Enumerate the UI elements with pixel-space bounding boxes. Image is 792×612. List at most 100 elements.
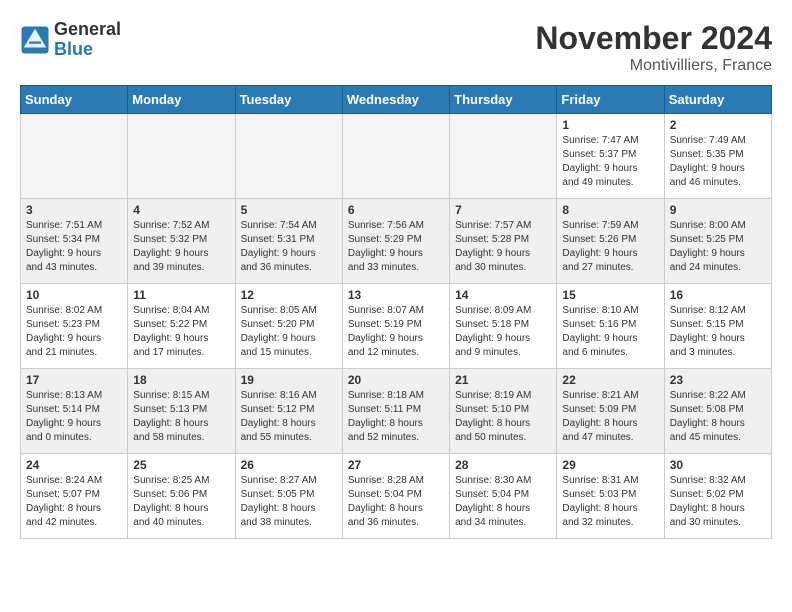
calendar-cell: 25Sunrise: 8:25 AM Sunset: 5:06 PM Dayli… (128, 454, 235, 539)
calendar-header-row: SundayMondayTuesdayWednesdayThursdayFrid… (21, 86, 772, 114)
calendar-cell: 22 Sunrise: 8:21 AM Sunset: 5:09 PM Dayli… (557, 369, 664, 454)
title-block: November 2024 Montivilliers, France (535, 20, 772, 75)
calendar-cell: 8 Sunrise: 7:59 AM Sunset: 5:26 PM Daylig… (557, 199, 664, 284)
calendar-body: 1Sunrise: 7:47 AM Sunset: 5:37 PM Daylig… (21, 114, 772, 539)
calendar-cell: 20 Sunrise: 8:18 AM Sunset: 5:11 PM Dayli… (342, 369, 449, 454)
calendar-cell (450, 114, 557, 199)
calendar-cell: 15 Sunrise: 8:10 AM Sunset: 5:16 PM Dayli… (557, 284, 664, 369)
calendar-cell: 12 Sunrise: 8:05 AM Sunset: 5:20 PM Dayli… (235, 284, 342, 369)
day-info: Sunrise: 8:04 AM Sunset: 5:22 PM Dayligh… (133, 304, 229, 360)
weekday-header-friday: Friday (557, 86, 664, 114)
calendar-cell: 26 Sunrise: 8:27 AM Sunset: 5:05 PM Dayli… (235, 454, 342, 539)
logo-blue-text: Blue (54, 40, 121, 60)
day-number: 12 (241, 288, 337, 302)
day-number: 3 (26, 203, 122, 217)
day-number: 13 (348, 288, 444, 302)
day-number: 22 (562, 373, 658, 387)
day-number: 8 (562, 203, 658, 217)
day-info: Sunrise: 8:10 AM Sunset: 5:16 PM Dayligh… (562, 304, 658, 360)
calendar-cell: 11 Sunrise: 8:04 AM Sunset: 5:22 PM Dayli… (128, 284, 235, 369)
calendar-cell: 7 Sunrise: 7:57 AM Sunset: 5:28 PM Daylig… (450, 199, 557, 284)
calendar-cell: 28Sunrise: 8:30 AM Sunset: 5:04 PM Dayli… (450, 454, 557, 539)
calendar-row: 3 Sunrise: 7:51 AM Sunset: 5:34 PM Daylig… (21, 199, 772, 284)
calendar-cell (342, 114, 449, 199)
calendar-cell: 17 Sunrise: 8:13 AM Sunset: 5:14 PM Dayli… (21, 369, 128, 454)
day-info: Sunrise: 7:51 AM Sunset: 5:34 PM Dayligh… (26, 219, 122, 275)
calendar-row: 24 Sunrise: 8:24 AM Sunset: 5:07 PM Dayli… (21, 454, 772, 539)
calendar-cell: 3 Sunrise: 7:51 AM Sunset: 5:34 PM Daylig… (21, 199, 128, 284)
day-info: Sunrise: 7:49 AM Sunset: 5:35 PM Dayligh… (670, 134, 766, 190)
weekday-header-wednesday: Wednesday (342, 86, 449, 114)
day-number: 27 (348, 458, 444, 472)
day-info: Sunrise: 8:09 AM Sunset: 5:18 PM Dayligh… (455, 304, 551, 360)
calendar-cell: 29 Sunrise: 8:31 AM Sunset: 5:03 PM Dayli… (557, 454, 664, 539)
calendar-cell: 16 Sunrise: 8:12 AM Sunset: 5:15 PM Dayli… (664, 284, 771, 369)
calendar-table: SundayMondayTuesdayWednesdayThursdayFrid… (20, 85, 772, 539)
day-number: 24 (26, 458, 122, 472)
calendar-cell (128, 114, 235, 199)
calendar-cell (21, 114, 128, 199)
calendar-cell: 30 Sunrise: 8:32 AM Sunset: 5:02 PM Dayli… (664, 454, 771, 539)
day-info: Sunrise: 7:54 AM Sunset: 5:31 PM Dayligh… (241, 219, 337, 275)
day-number: 17 (26, 373, 122, 387)
day-number: 11 (133, 288, 229, 302)
day-info: Sunrise: 8:05 AM Sunset: 5:20 PM Dayligh… (241, 304, 337, 360)
day-info: Sunrise: 8:12 AM Sunset: 5:15 PM Dayligh… (670, 304, 766, 360)
day-number: 20 (348, 373, 444, 387)
day-number: 25 (133, 458, 229, 472)
day-info: Sunrise: 8:24 AM Sunset: 5:07 PM Dayligh… (26, 474, 122, 530)
calendar-cell: 21 Sunrise: 8:19 AM Sunset: 5:10 PM Dayli… (450, 369, 557, 454)
weekday-header-tuesday: Tuesday (235, 86, 342, 114)
calendar-cell: 1Sunrise: 7:47 AM Sunset: 5:37 PM Daylig… (557, 114, 664, 199)
day-number: 14 (455, 288, 551, 302)
day-info: Sunrise: 8:13 AM Sunset: 5:14 PM Dayligh… (26, 389, 122, 445)
logo-general-text: General (54, 20, 121, 40)
calendar-cell (235, 114, 342, 199)
day-info: Sunrise: 8:30 AM Sunset: 5:04 PM Dayligh… (455, 474, 551, 530)
day-number: 29 (562, 458, 658, 472)
day-info: Sunrise: 8:27 AM Sunset: 5:05 PM Dayligh… (241, 474, 337, 530)
page-header: General Blue November 2024 Montivilliers… (20, 20, 772, 75)
day-info: Sunrise: 8:15 AM Sunset: 5:13 PM Dayligh… (133, 389, 229, 445)
day-number: 10 (26, 288, 122, 302)
day-number: 7 (455, 203, 551, 217)
logo: General Blue (20, 20, 121, 60)
day-info: Sunrise: 8:18 AM Sunset: 5:11 PM Dayligh… (348, 389, 444, 445)
day-number: 2 (670, 118, 766, 132)
calendar-cell: 9Sunrise: 8:00 AM Sunset: 5:25 PM Daylig… (664, 199, 771, 284)
day-number: 18 (133, 373, 229, 387)
month-title: November 2024 (535, 20, 772, 57)
day-number: 9 (670, 203, 766, 217)
calendar-cell: 6Sunrise: 7:56 AM Sunset: 5:29 PM Daylig… (342, 199, 449, 284)
day-number: 23 (670, 373, 766, 387)
day-info: Sunrise: 8:19 AM Sunset: 5:10 PM Dayligh… (455, 389, 551, 445)
day-info: Sunrise: 8:07 AM Sunset: 5:19 PM Dayligh… (348, 304, 444, 360)
weekday-header-sunday: Sunday (21, 86, 128, 114)
day-number: 19 (241, 373, 337, 387)
calendar-cell: 10Sunrise: 8:02 AM Sunset: 5:23 PM Dayli… (21, 284, 128, 369)
day-info: Sunrise: 8:21 AM Sunset: 5:09 PM Dayligh… (562, 389, 658, 445)
day-info: Sunrise: 8:28 AM Sunset: 5:04 PM Dayligh… (348, 474, 444, 530)
day-info: Sunrise: 8:16 AM Sunset: 5:12 PM Dayligh… (241, 389, 337, 445)
day-info: Sunrise: 8:32 AM Sunset: 5:02 PM Dayligh… (670, 474, 766, 530)
calendar-row: 1Sunrise: 7:47 AM Sunset: 5:37 PM Daylig… (21, 114, 772, 199)
day-number: 26 (241, 458, 337, 472)
day-info: Sunrise: 7:52 AM Sunset: 5:32 PM Dayligh… (133, 219, 229, 275)
day-number: 16 (670, 288, 766, 302)
calendar-cell: 24 Sunrise: 8:24 AM Sunset: 5:07 PM Dayli… (21, 454, 128, 539)
day-number: 1 (562, 118, 658, 132)
calendar-cell: 4Sunrise: 7:52 AM Sunset: 5:32 PM Daylig… (128, 199, 235, 284)
day-number: 21 (455, 373, 551, 387)
day-number: 6 (348, 203, 444, 217)
logo-icon (20, 25, 50, 55)
calendar-cell: 18 Sunrise: 8:15 AM Sunset: 5:13 PM Dayli… (128, 369, 235, 454)
day-info: Sunrise: 8:31 AM Sunset: 5:03 PM Dayligh… (562, 474, 658, 530)
calendar-cell: 27 Sunrise: 8:28 AM Sunset: 5:04 PM Dayli… (342, 454, 449, 539)
day-info: Sunrise: 7:59 AM Sunset: 5:26 PM Dayligh… (562, 219, 658, 275)
day-number: 15 (562, 288, 658, 302)
calendar-cell: 23Sunrise: 8:22 AM Sunset: 5:08 PM Dayli… (664, 369, 771, 454)
day-info: Sunrise: 7:57 AM Sunset: 5:28 PM Dayligh… (455, 219, 551, 275)
calendar-cell: 13 Sunrise: 8:07 AM Sunset: 5:19 PM Dayli… (342, 284, 449, 369)
day-number: 30 (670, 458, 766, 472)
calendar-cell: 5Sunrise: 7:54 AM Sunset: 5:31 PM Daylig… (235, 199, 342, 284)
